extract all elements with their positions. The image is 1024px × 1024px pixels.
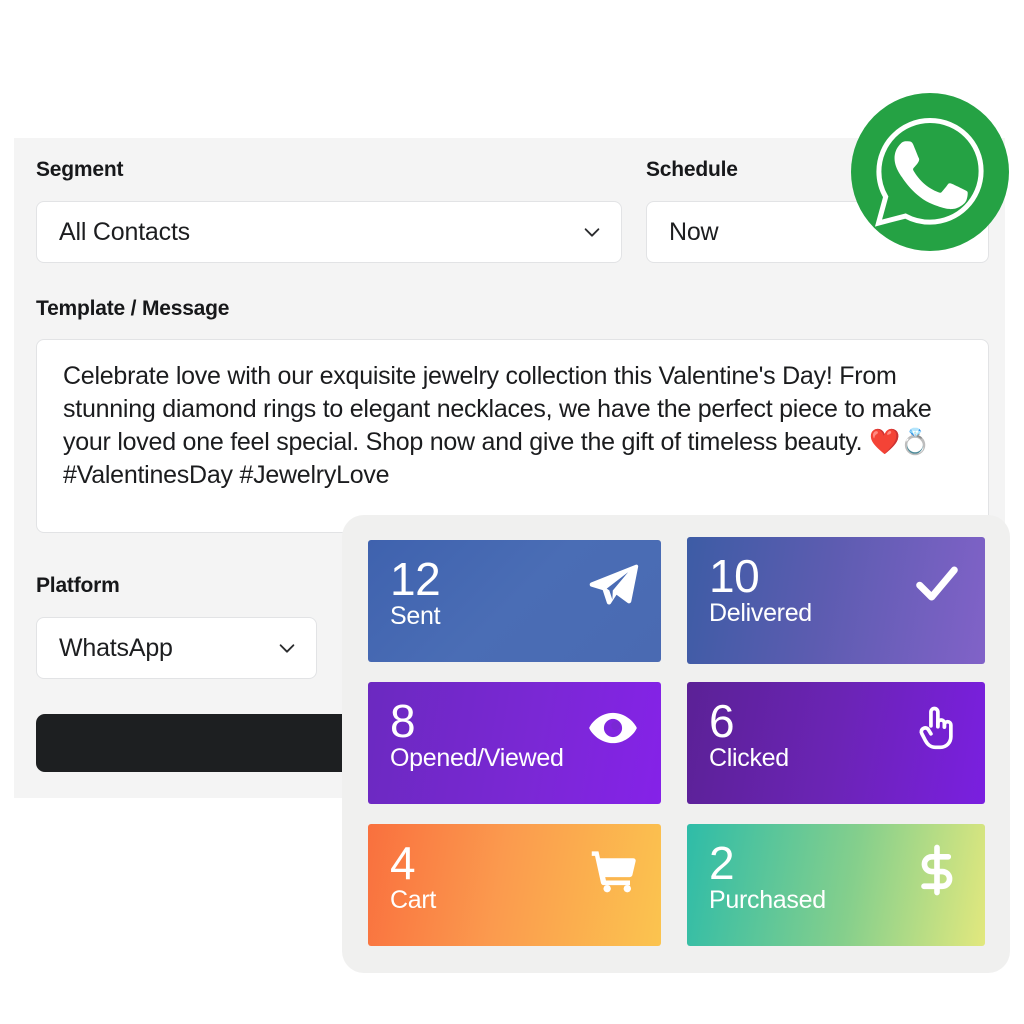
whatsapp-icon [851,93,1009,251]
metric-card-opened-viewed[interactable]: 8 Opened/Viewed [368,682,661,804]
segment-select[interactable]: All Contacts [36,201,622,263]
dollar-sign-icon [911,844,963,896]
platform-label: Platform [36,574,120,597]
metric-card-delivered[interactable]: 10 Delivered [687,537,985,664]
segment-label: Segment [36,158,124,181]
check-icon [911,557,963,609]
metrics-grid: 12 Sent 10 Delivered 8 Opened/Viewed 6 C… [368,537,985,946]
paper-plane-icon [587,560,639,612]
metric-card-purchased[interactable]: 2 Purchased [687,824,985,946]
shopping-cart-icon [587,844,639,896]
metric-card-clicked[interactable]: 6 Clicked [687,682,985,804]
chevron-down-icon [276,637,298,659]
schedule-label: Schedule [646,158,738,181]
platform-selected-value: WhatsApp [59,633,173,662]
eye-icon [587,702,639,754]
campaign-metrics-panel: 12 Sent 10 Delivered 8 Opened/Viewed 6 C… [342,515,1010,973]
metric-card-sent[interactable]: 12 Sent [368,540,661,662]
chevron-down-icon [581,221,603,243]
template-message-text: Celebrate love with our exquisite jewelr… [63,362,939,489]
metric-card-cart[interactable]: 4 Cart [368,824,661,946]
pointing-hand-icon [911,702,963,754]
schedule-selected-value: Now [669,217,719,246]
segment-selected-value: All Contacts [59,217,190,246]
template-message-input[interactable]: Celebrate love with our exquisite jewelr… [36,339,989,533]
template-message-label: Template / Message [36,297,230,320]
platform-select[interactable]: WhatsApp [36,617,317,679]
